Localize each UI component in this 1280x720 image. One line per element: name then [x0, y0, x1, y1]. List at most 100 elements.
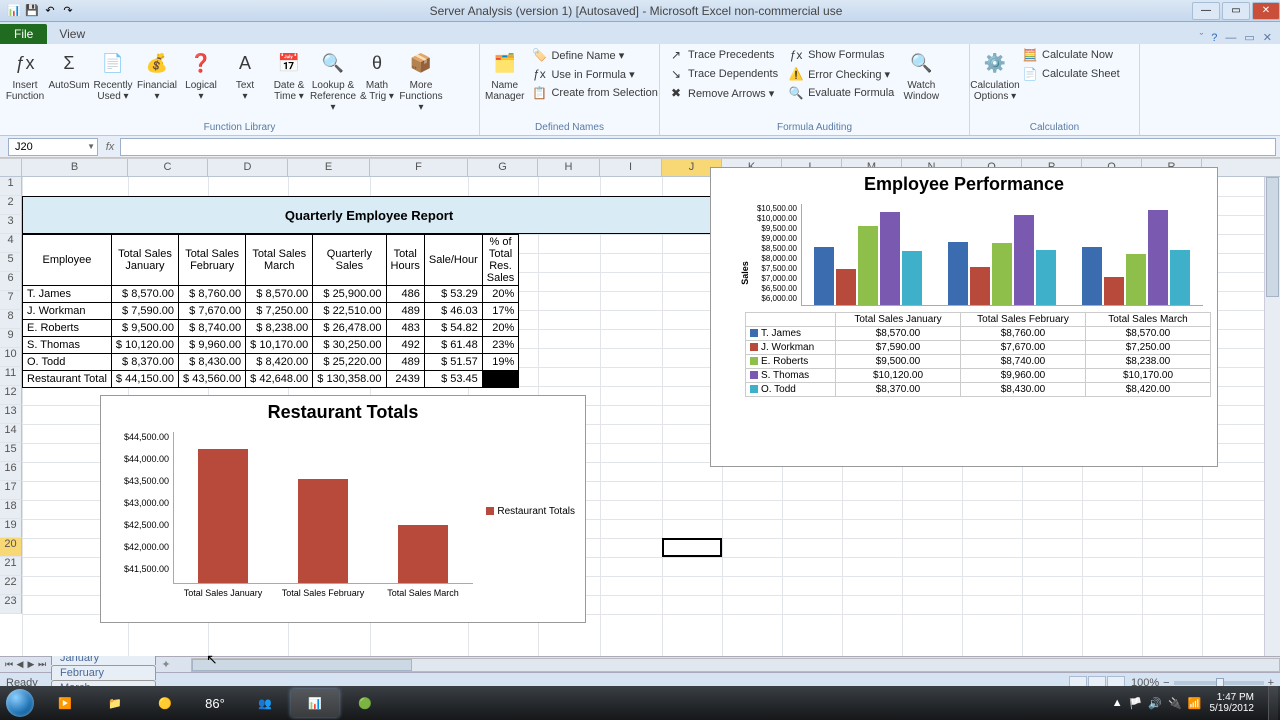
row-header-14[interactable]: 14	[0, 424, 22, 443]
close-button[interactable]: ✕	[1252, 2, 1280, 20]
minimize-button[interactable]: —	[1192, 2, 1220, 20]
ribbon-define-name--button[interactable]: 🏷️Define Name ▾	[527, 46, 661, 64]
task-weather[interactable]: 86°	[191, 689, 239, 717]
row-header-20[interactable]: 20	[0, 538, 22, 557]
calc-options-button[interactable]: ⚙️Calculation Options ▾	[974, 46, 1016, 104]
row-header-21[interactable]: 21	[0, 557, 22, 576]
ribbon-trace-dependents-button[interactable]: ↘Trace Dependents	[664, 65, 782, 83]
save-icon[interactable]: 💾	[24, 3, 40, 19]
task-app2[interactable]: 🟢	[341, 689, 389, 717]
fx-icon[interactable]: fx	[100, 141, 120, 153]
col-header-C[interactable]: C	[128, 159, 208, 176]
table-total-row[interactable]: Restaurant Total$ 44,150.00$ 43,560.00$ …	[23, 371, 519, 388]
row-header-10[interactable]: 10	[0, 348, 22, 367]
new-sheet-icon[interactable]: ✦	[161, 658, 170, 671]
row-header-17[interactable]: 17	[0, 481, 22, 500]
ribbon-text-button[interactable]: AText ▾	[224, 46, 266, 104]
ribbon-minimize-icon[interactable]: ˇ	[1200, 32, 1204, 44]
watch-window-button[interactable]: 🔍Watch Window	[900, 46, 942, 104]
ribbon-remove-arrows--button[interactable]: ✖Remove Arrows ▾	[664, 84, 782, 102]
ribbon-recently-button[interactable]: 📄Recently Used ▾	[92, 46, 134, 104]
row-header-11[interactable]: 11	[0, 367, 22, 386]
task-explorer[interactable]: 📁	[91, 689, 139, 717]
start-button[interactable]	[0, 686, 40, 720]
col-header-G[interactable]: G	[468, 159, 538, 176]
row-header-13[interactable]: 13	[0, 405, 22, 424]
row-header-16[interactable]: 16	[0, 462, 22, 481]
ribbon-use-in-formula--button[interactable]: ƒxUse in Formula ▾	[527, 65, 661, 83]
ribbon-error-checking--button[interactable]: ⚠️Error Checking ▾	[784, 65, 898, 83]
ribbon-trace-precedents-button[interactable]: ↗Trace Precedents	[664, 46, 782, 64]
worksheet-grid[interactable]: BCDEFGHIJKLMNOPQR 1234567891011121314151…	[0, 158, 1280, 656]
doc-close-icon[interactable]: ✕	[1263, 31, 1272, 44]
tray-icons[interactable]: ▲🏳️🔊🔌📶	[1112, 697, 1202, 710]
undo-icon[interactable]: ↶	[42, 3, 58, 19]
tray-clock[interactable]: 1:47 PM5/19/2012	[1210, 692, 1261, 714]
active-cell[interactable]	[662, 538, 722, 557]
redo-icon[interactable]: ↷	[60, 3, 76, 19]
row-header-6[interactable]: 6	[0, 272, 22, 291]
col-header-E[interactable]: E	[288, 159, 370, 176]
show-desktop-button[interactable]	[1268, 686, 1278, 720]
col-header-H[interactable]: H	[538, 159, 600, 176]
formula-input[interactable]	[120, 138, 1276, 156]
table-row[interactable]: T. James$ 8,570.00$ 8,760.00$ 8,570.00$ …	[23, 286, 519, 303]
employee-performance-chart[interactable]: Employee Performance Sales $10,500.00$10…	[710, 167, 1218, 467]
ribbon-evaluate-formula-button[interactable]: 🔍Evaluate Formula	[784, 84, 898, 102]
table-row[interactable]: E. Roberts$ 9,500.00$ 8,740.00$ 8,238.00…	[23, 320, 519, 337]
doc-min-icon[interactable]: —	[1225, 32, 1236, 44]
row-header-22[interactable]: 22	[0, 576, 22, 595]
row-header-1[interactable]: 1	[0, 177, 22, 196]
row-header-9[interactable]: 9	[0, 329, 22, 348]
row-header-12[interactable]: 12	[0, 386, 22, 405]
sheet-tab-february[interactable]: February	[51, 665, 156, 680]
horizontal-scrollbar[interactable]	[191, 658, 1280, 672]
task-chrome[interactable]: 🟡	[141, 689, 189, 717]
maximize-button[interactable]: ▭	[1222, 2, 1250, 20]
name-box[interactable]: J20▼	[8, 138, 98, 156]
row-header-8[interactable]: 8	[0, 310, 22, 329]
bar	[298, 479, 348, 583]
tab-view[interactable]: View	[47, 24, 138, 44]
ribbon-date--button[interactable]: 📅Date & Time ▾	[268, 46, 310, 104]
row-header-5[interactable]: 5	[0, 253, 22, 272]
ribbon-calculate-sheet-button[interactable]: 📄Calculate Sheet	[1018, 65, 1124, 83]
ribbon-autosum-button[interactable]: ΣAutoSum	[48, 46, 90, 93]
row-header-2[interactable]: 2	[0, 196, 22, 215]
col-header-F[interactable]: F	[370, 159, 468, 176]
col-header-I[interactable]: I	[600, 159, 662, 176]
tab-file[interactable]: File	[0, 24, 47, 44]
row-header-18[interactable]: 18	[0, 500, 22, 519]
vertical-scrollbar[interactable]	[1264, 177, 1280, 656]
select-all-corner[interactable]	[0, 159, 22, 176]
row-header-15[interactable]: 15	[0, 443, 22, 462]
ribbon-math-button[interactable]: θMath & Trig ▾	[356, 46, 398, 104]
ribbon-show-formulas-button[interactable]: ƒxShow Formulas	[784, 46, 898, 64]
ribbon-financial-button[interactable]: 💰Financial ▾	[136, 46, 178, 104]
ribbon-lookup--button[interactable]: 🔍Lookup & Reference ▾	[312, 46, 354, 115]
table-row[interactable]: O. Todd$ 8,370.00$ 8,430.00$ 8,420.00$ 2…	[23, 354, 519, 371]
help-icon[interactable]: ?	[1211, 32, 1217, 44]
table-row[interactable]: S. Thomas$ 10,120.00$ 9,960.00$ 10,170.0…	[23, 337, 519, 354]
restaurant-totals-chart[interactable]: Restaurant Totals $44,500.00$44,000.00$4…	[100, 395, 586, 623]
name-manager-button[interactable]: 🗂️Name Manager	[484, 46, 525, 104]
doc-restore-icon[interactable]: ▭	[1244, 31, 1254, 44]
employee-table[interactable]: EmployeeTotal Sales JanuaryTotal Sales F…	[22, 234, 519, 388]
row-header-7[interactable]: 7	[0, 291, 22, 310]
row-header-19[interactable]: 19	[0, 519, 22, 538]
col-header-B[interactable]: B	[22, 159, 128, 176]
ribbon-insert-button[interactable]: ƒxInsert Function	[4, 46, 46, 104]
task-app1[interactable]: 👥	[241, 689, 289, 717]
ribbon-more-button[interactable]: 📦More Functions ▾	[400, 46, 442, 115]
table-row[interactable]: J. Workman$ 7,590.00$ 7,670.00$ 7,250.00…	[23, 303, 519, 320]
row-header-4[interactable]: 4	[0, 234, 22, 253]
ribbon-logical-button[interactable]: ❓Logical ▾	[180, 46, 222, 104]
task-mediaplayer[interactable]: ▶️	[41, 689, 89, 717]
task-excel[interactable]: 📊	[291, 689, 339, 717]
row-header-3[interactable]: 3	[0, 215, 22, 234]
sheet-nav[interactable]: ⏮◀▶⏭	[0, 659, 51, 670]
col-header-D[interactable]: D	[208, 159, 288, 176]
ribbon-create-from-selection-button[interactable]: 📋Create from Selection	[527, 84, 661, 102]
ribbon-calculate-now-button[interactable]: 🧮Calculate Now	[1018, 46, 1124, 64]
row-header-23[interactable]: 23	[0, 595, 22, 614]
